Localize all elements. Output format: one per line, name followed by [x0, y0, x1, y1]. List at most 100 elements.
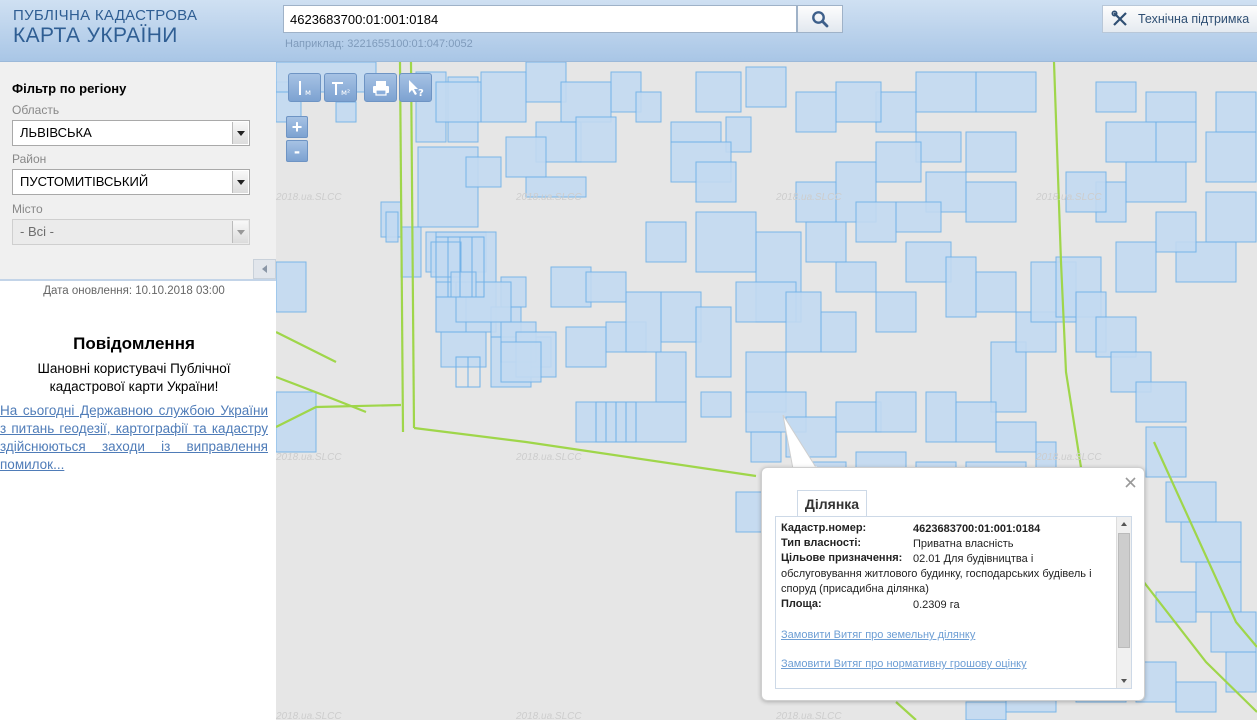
- collapse-sidebar-button[interactable]: [253, 259, 276, 279]
- land-parcel[interactable]: [965, 701, 1007, 720]
- land-parcel[interactable]: [820, 311, 857, 353]
- land-parcel[interactable]: [975, 271, 1017, 313]
- land-parcel[interactable]: [1115, 241, 1157, 293]
- land-parcel[interactable]: [400, 226, 422, 278]
- land-parcel[interactable]: [1105, 121, 1157, 163]
- land-parcel[interactable]: [835, 401, 882, 433]
- land-parcel[interactable]: [875, 291, 917, 333]
- land-parcel[interactable]: [995, 421, 1037, 453]
- land-parcel[interactable]: [1145, 91, 1197, 123]
- land-parcel[interactable]: [975, 71, 1037, 113]
- land-parcel[interactable]: [805, 221, 847, 263]
- identify-button[interactable]: ?: [399, 73, 432, 102]
- cadastral-label: Кадастр.номер:: [781, 522, 867, 534]
- land-parcel[interactable]: [905, 241, 952, 283]
- order-extract-link[interactable]: Замовити Витяг про земельну ділянку: [781, 629, 975, 641]
- land-parcel[interactable]: [875, 91, 917, 133]
- land-parcel[interactable]: [585, 271, 627, 303]
- measure-distance-button[interactable]: м: [288, 73, 321, 102]
- land-parcel[interactable]: [695, 161, 737, 203]
- land-parcel[interactable]: [625, 291, 662, 353]
- measure-area-button[interactable]: м²: [324, 73, 357, 102]
- land-parcel[interactable]: [1215, 91, 1257, 133]
- oblast-select[interactable]: ЛЬВІВСЬКА: [12, 120, 250, 146]
- land-parcel[interactable]: [575, 116, 617, 163]
- site-logo[interactable]: ПУБЛІЧНА КАДАСТРОВА КАРТА УКРАЇНИ: [13, 8, 197, 46]
- land-parcel[interactable]: [276, 261, 307, 313]
- land-parcel[interactable]: [965, 181, 1017, 223]
- land-parcel[interactable]: [895, 201, 942, 233]
- order-valuation-link[interactable]: Замовити Витяг про нормативну грошову оц…: [781, 658, 1027, 670]
- raion-select[interactable]: ПУСТОМИТІВСЬКИЙ: [12, 169, 250, 195]
- message-link[interactable]: На сьогодні Державною службою України з …: [0, 402, 268, 474]
- scroll-thumb[interactable]: [1118, 533, 1130, 648]
- land-parcel[interactable]: [945, 256, 977, 318]
- land-parcel[interactable]: [435, 81, 482, 123]
- land-parcel[interactable]: [655, 351, 687, 403]
- land-parcel[interactable]: [875, 391, 917, 433]
- tab-parcel[interactable]: Ділянка: [797, 490, 867, 517]
- land-parcel[interactable]: [695, 306, 732, 378]
- land-parcel[interactable]: [565, 326, 607, 368]
- land-parcel[interactable]: [440, 331, 487, 368]
- popup-scrollbar[interactable]: [1116, 517, 1131, 688]
- land-parcel[interactable]: [835, 81, 882, 123]
- land-parcel[interactable]: [875, 141, 922, 183]
- land-parcel[interactable]: [695, 211, 757, 273]
- land-parcel[interactable]: [465, 156, 502, 188]
- land-parcel[interactable]: [835, 261, 877, 293]
- land-parcel[interactable]: [1135, 381, 1187, 423]
- land-parcel[interactable]: [385, 211, 399, 243]
- land-parcel[interactable]: [700, 391, 732, 418]
- land-parcel[interactable]: [480, 71, 527, 123]
- land-parcel[interactable]: [550, 266, 592, 308]
- land-parcel[interactable]: [1205, 191, 1257, 243]
- land-parcel[interactable]: [670, 121, 722, 143]
- land-parcel[interactable]: [1175, 681, 1217, 713]
- misto-select[interactable]: - Всі -: [12, 219, 250, 245]
- land-parcel[interactable]: [635, 401, 687, 443]
- purpose-line-1: 02.01 Для будівництва і: [913, 553, 1034, 565]
- cadastral-search-input[interactable]: [283, 5, 797, 33]
- scroll-down-icon[interactable]: [1117, 673, 1131, 688]
- land-parcel[interactable]: [785, 291, 822, 353]
- logo-line-1: ПУБЛІЧНА КАДАСТРОВА: [13, 7, 198, 24]
- land-parcel[interactable]: [745, 66, 787, 108]
- cadastral-map[interactable]: 2018.ua.SLCC 2018.ua.SLCC 2018.ua.SLCC 2…: [276, 62, 1257, 720]
- land-parcel[interactable]: [1155, 121, 1197, 163]
- land-parcel[interactable]: [1195, 561, 1242, 613]
- land-parcel[interactable]: [635, 91, 662, 123]
- search-button[interactable]: [797, 5, 843, 33]
- land-parcel[interactable]: [1125, 161, 1187, 203]
- land-parcel[interactable]: [1095, 81, 1137, 113]
- zoom-out-button[interactable]: -: [286, 140, 308, 162]
- land-parcel[interactable]: [855, 201, 897, 243]
- land-parcel[interactable]: [795, 91, 837, 133]
- land-parcel[interactable]: [505, 136, 547, 178]
- land-parcel[interactable]: [1205, 131, 1257, 183]
- land-parcel[interactable]: [1165, 481, 1217, 523]
- land-parcel[interactable]: [965, 131, 1017, 173]
- land-parcel[interactable]: [1180, 521, 1242, 563]
- zoom-in-button[interactable]: +: [286, 116, 308, 138]
- land-parcel[interactable]: [500, 341, 542, 383]
- support-button[interactable]: Технічна підтримка: [1102, 5, 1257, 33]
- land-parcel[interactable]: [925, 391, 957, 443]
- land-parcel[interactable]: [1155, 211, 1197, 253]
- land-parcel[interactable]: [276, 391, 317, 453]
- land-parcel[interactable]: [525, 62, 567, 103]
- close-popup-button[interactable]: [1125, 473, 1136, 493]
- land-parcel[interactable]: [645, 221, 687, 263]
- sidebar: Фільтр по регіону Область ЛЬВІВСЬКА Райо…: [0, 62, 276, 720]
- area-ruler-icon: м²: [331, 81, 350, 97]
- land-parcel[interactable]: [335, 101, 357, 123]
- land-parcel[interactable]: [660, 291, 702, 343]
- land-parcel[interactable]: [1095, 316, 1137, 358]
- land-parcel[interactable]: [915, 131, 962, 163]
- scroll-up-icon[interactable]: [1117, 517, 1131, 532]
- land-parcel[interactable]: [560, 81, 612, 123]
- land-parcel[interactable]: [695, 71, 742, 113]
- land-parcel[interactable]: [915, 71, 977, 113]
- land-parcel[interactable]: [955, 401, 997, 443]
- print-button[interactable]: [364, 73, 397, 102]
